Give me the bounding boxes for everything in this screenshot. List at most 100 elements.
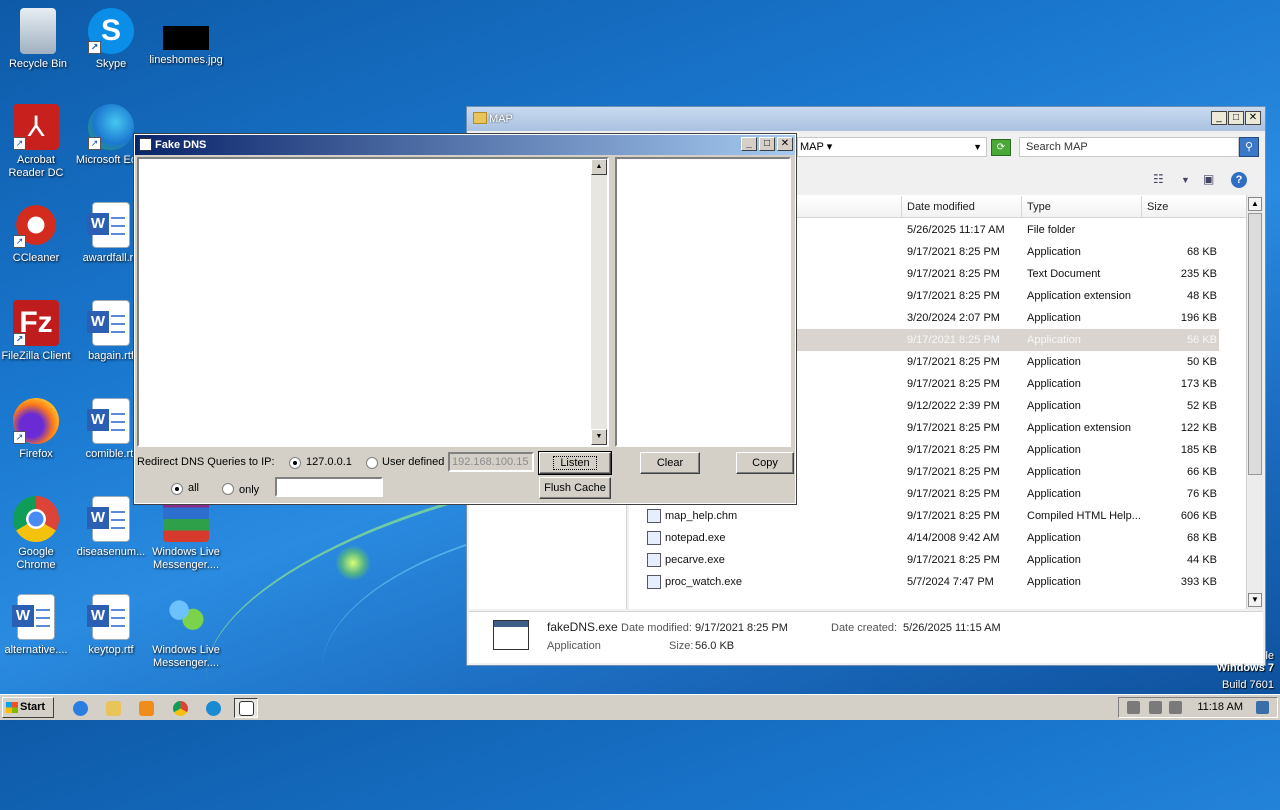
shortcut-arrow-icon: ↗ [13,431,26,444]
maximize-button[interactable]: □ [759,137,775,151]
column-size[interactable]: Size [1141,196,1221,218]
view-options-icon[interactable]: ☷ [1153,172,1164,186]
vertical-scrollbar[interactable]: ▲ ▼ [1246,195,1263,609]
desktop-icon-keytop[interactable]: W keytop.rtf [73,594,149,657]
clear-button[interactable]: Clear [640,452,700,474]
ip-input[interactable]: 192.168.100.15 [448,452,534,472]
word-document-icon: W [87,398,130,444]
fake-dns-titlebar[interactable]: Fake DNS _ □ ✕ [135,135,795,155]
details-modified-label: Date modified: [621,622,692,634]
file-name: map_help.chm [665,510,738,522]
start-label: Start [20,701,46,713]
taskbar-fake-dns[interactable] [234,698,258,718]
os-name: Windows 7 [1216,662,1274,674]
file-name: proc_watch.exe [665,576,743,588]
dns-log-textarea[interactable]: ▲ ▼ [137,157,609,447]
desktop-icon-label: Skype [95,58,127,70]
internet-explorer-icon [73,701,88,716]
flag-tray-icon[interactable] [1127,701,1140,714]
desktop-icon-acrobat[interactable]: ⅄ ↗ Acrobat Reader DC [0,104,74,180]
taskbar-chrome[interactable] [168,698,192,718]
start-button[interactable]: Start [2,697,54,718]
refresh-button[interactable]: ⟳ [991,139,1011,156]
app-icon [139,138,152,151]
close-button[interactable]: ✕ [1245,111,1261,125]
network-tray-icon[interactable] [1149,701,1162,714]
radio-user-defined[interactable] [366,457,378,469]
show-desktop-icon[interactable] [1256,701,1269,714]
desktop-icon-recycle-bin[interactable]: Recycle Bin [0,8,76,71]
address-bar[interactable]: MAP ▾ ▼ [797,137,987,157]
volume-icon[interactable] [1169,701,1182,714]
close-button[interactable]: ✕ [777,137,793,151]
address-segment[interactable]: MAP [800,141,824,153]
scrollbar-thumb[interactable] [1248,213,1262,475]
scroll-up-arrow-icon[interactable]: ▲ [591,159,607,175]
clock[interactable]: 11:18 AM [1197,698,1243,717]
desktop-icon-firefox[interactable]: ↗ Firefox [0,398,74,461]
scroll-up-arrow-icon[interactable]: ▲ [1248,197,1262,211]
radio-localhost-label[interactable]: 127.0.0.1 [306,456,352,468]
copy-button[interactable]: Copy [736,452,794,474]
desktop-icon-label: Messenger.... [152,559,220,571]
search-icon[interactable]: ⚲ [1239,137,1259,157]
file-row[interactable]: proc_watch.exe 5/7/2024 7:47 PM Applicatio… [629,571,1219,593]
desktop-icon-diseasenum[interactable]: W diseasenum... [73,496,149,559]
os-text-fragment: le [1265,650,1274,662]
desktop-icon-alternative[interactable]: W alternative.... [0,594,74,657]
preview-pane-icon[interactable]: ▣ [1203,172,1214,186]
media-player-icon [139,701,154,716]
desktop-icon-lineshomes[interactable]: lineshomes.jpg [148,8,224,67]
file-row[interactable]: map_help.chm 9/17/2021 8:25 PM Compiled HT… [629,505,1219,527]
file-icon [647,509,661,523]
desktop-icon-ccleaner[interactable]: ↗ CCleaner [0,202,74,265]
file-row[interactable]: notepad.exe 4/14/2008 9:42 AM Application 6… [629,527,1219,549]
taskbar-explorer[interactable] [101,698,125,718]
fake-dns-window[interactable]: Fake DNS _ □ ✕ ▲ ▼ Redirect DNS Queries … [133,133,797,505]
file-size: 196 KB [1180,312,1217,324]
desktop-icon-winrar-messenger[interactable]: Windows Live Messenger.... [148,496,224,572]
file-type: Application [1027,466,1081,478]
file-date-modified: 9/17/2021 8:25 PM [907,488,1000,500]
file-date-modified: 9/17/2021 8:25 PM [907,554,1000,566]
radio-all-label[interactable]: all [188,482,199,494]
dns-host-list[interactable] [615,157,791,447]
radio-all[interactable] [171,483,183,495]
radio-only[interactable] [222,483,234,495]
column-type[interactable]: Type [1021,196,1141,218]
file-row[interactable]: pecarve.exe 9/17/2021 8:25 PM Application 4… [629,549,1219,571]
word-document-icon: W [87,594,130,640]
log-scrollbar[interactable]: ▲ ▼ [591,159,607,445]
help-icon[interactable]: ? [1231,172,1247,188]
file-type: Application extension [1027,290,1131,302]
taskbar-ie[interactable] [68,698,92,718]
radio-only-label[interactable]: only [239,484,259,496]
file-date-modified: 9/17/2021 8:25 PM [907,510,1000,522]
flush-cache-button[interactable]: Flush Cache [539,477,611,499]
column-date-modified[interactable]: Date modified [901,196,1021,218]
search-input[interactable]: Search MAP [1019,137,1239,157]
explorer-titlebar[interactable]: MAP _ □ ✕ [467,107,1265,131]
taskbar-edge[interactable] [201,698,225,718]
listen-button[interactable]: Listen [538,451,612,475]
details-created-value: 5/26/2025 11:15 AM [903,622,1001,634]
address-dropdown-icon[interactable]: ▼ [973,138,982,156]
desktop-icon-chrome[interactable]: Google Chrome [0,496,74,572]
shortcut-arrow-icon: ↗ [88,41,101,54]
minimize-button[interactable]: _ [741,137,757,151]
file-date-modified: 9/17/2021 8:25 PM [907,466,1000,478]
desktop-icon-filezilla[interactable]: Fz ↗ FileZilla Client [0,300,74,363]
desktop-icon-messenger[interactable]: Windows Live Messenger.... [148,594,224,670]
maximize-button[interactable]: □ [1228,111,1244,125]
taskbar-media-player[interactable] [134,698,158,718]
scroll-down-arrow-icon[interactable]: ▼ [1248,593,1262,607]
radio-user-defined-label[interactable]: User defined [382,456,444,468]
file-type: Application [1027,378,1081,390]
scroll-down-arrow-icon[interactable]: ▼ [591,429,607,445]
desktop-icon-label: Acrobat [17,154,55,166]
minimize-button[interactable]: _ [1211,111,1227,125]
only-domain-input[interactable] [275,477,383,497]
desktop-icon-skype[interactable]: S ↗ Skype [73,8,149,71]
chevron-down-icon[interactable]: ▼ [1181,175,1190,185]
radio-localhost[interactable] [289,457,301,469]
